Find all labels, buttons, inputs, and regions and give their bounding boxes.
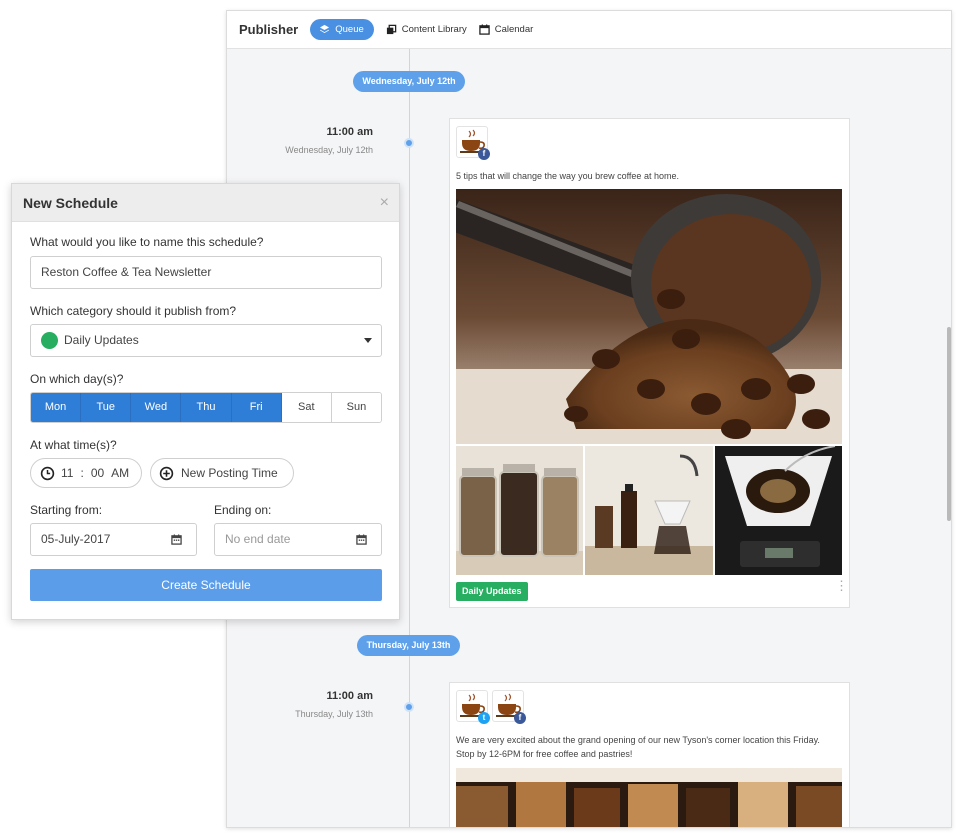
post-image-thumb xyxy=(456,446,583,575)
post-date: Thursday, July 13th xyxy=(295,709,373,719)
date-pill: Thursday, July 13th xyxy=(357,635,460,656)
pastries-photo xyxy=(456,768,842,827)
publisher-title: Publisher xyxy=(239,22,299,37)
publisher-header: Publisher Queue Content Library Calendar xyxy=(227,11,951,49)
post-text-line: Stop by 12-6PM for free coffee and pastr… xyxy=(456,749,633,759)
modal-header: New Schedule × xyxy=(12,184,399,222)
post-time: 11:00 am xyxy=(326,690,373,702)
clock-icon xyxy=(40,466,55,480)
post-text: 5 tips that will change the way you brew… xyxy=(456,171,679,181)
post-date: Wednesday, July 12th xyxy=(285,145,373,155)
post-card[interactable]: f 5 tips that will change the way you br… xyxy=(449,118,850,608)
post-card[interactable]: t f We are very excited about the grand … xyxy=(449,682,850,827)
days-label: On which day(s)? xyxy=(30,372,124,386)
day-mon[interactable]: Mon xyxy=(31,393,82,422)
drip-coffee-photo xyxy=(715,446,842,575)
date-pill: Wednesday, July 12th xyxy=(353,71,465,92)
time-minute[interactable]: 00 xyxy=(91,466,104,480)
caret-down-icon xyxy=(364,338,372,343)
library-icon xyxy=(386,24,397,35)
day-selector: Mon Tue Wed Thu Fri Sat Sun xyxy=(30,392,382,423)
timeline-clock-icon xyxy=(404,702,414,712)
schedule-name-label: What would you like to name this schedul… xyxy=(30,235,264,249)
calendar-icon[interactable] xyxy=(356,534,367,545)
category-select[interactable]: Daily Updates xyxy=(30,324,382,357)
modal-title: New Schedule xyxy=(23,195,118,211)
day-tue[interactable]: Tue xyxy=(81,393,132,422)
post-image-main xyxy=(456,768,842,827)
time-hour[interactable]: 11 xyxy=(61,466,73,480)
category-color-dot xyxy=(41,332,58,349)
end-date-input[interactable]: No end date xyxy=(214,523,382,556)
tab-content-library-label: Content Library xyxy=(401,24,467,35)
facebook-icon: f xyxy=(478,148,490,160)
time-ampm[interactable]: AM xyxy=(111,466,129,480)
day-sat[interactable]: Sat xyxy=(281,393,332,422)
post-text: We are very excited about the grand open… xyxy=(456,733,848,761)
day-thu[interactable]: Thu xyxy=(181,393,232,422)
facebook-icon: f xyxy=(514,712,526,724)
timeline-clock-icon xyxy=(404,138,414,148)
end-date-placeholder: No end date xyxy=(225,532,291,546)
start-date-label: Starting from: xyxy=(30,503,103,517)
day-sun[interactable]: Sun xyxy=(331,393,381,422)
category-select-value: Daily Updates xyxy=(64,333,139,347)
calendar-icon xyxy=(479,24,490,35)
post-time: 11:00 am xyxy=(326,126,373,138)
start-date-input[interactable]: 05-July-2017 xyxy=(30,523,197,556)
post-text-line: We are very excited about the grand open… xyxy=(456,735,820,745)
add-circle-icon xyxy=(159,466,174,480)
end-date-label: Ending on: xyxy=(214,503,272,517)
new-posting-time-label: New Posting Time xyxy=(181,466,278,480)
coffee-jars-photo xyxy=(456,446,583,575)
coffee-grounds-photo xyxy=(456,189,842,444)
day-wed[interactable]: Wed xyxy=(131,393,182,422)
tab-calendar-label: Calendar xyxy=(494,24,534,35)
time-label: At what time(s)? xyxy=(30,438,117,452)
category-badge[interactable]: Daily Updates xyxy=(456,582,528,601)
scrollbar[interactable] xyxy=(947,327,951,521)
twitter-icon: t xyxy=(478,712,490,724)
create-schedule-button[interactable]: Create Schedule xyxy=(30,569,382,601)
avatar: f xyxy=(456,126,490,160)
tab-queue[interactable]: Queue xyxy=(310,19,374,40)
calendar-icon[interactable] xyxy=(171,534,182,545)
pour-over-photo xyxy=(585,446,713,575)
new-schedule-modal: New Schedule × What would you like to na… xyxy=(11,183,400,620)
schedule-name-input[interactable]: Reston Coffee & Tea Newsletter xyxy=(30,256,382,289)
time-picker[interactable]: 11 : 00 AM xyxy=(30,458,142,488)
start-date-value: 05-July-2017 xyxy=(41,532,111,546)
post-image-thumb xyxy=(715,446,842,575)
avatar: t xyxy=(456,690,490,724)
time-separator: : xyxy=(80,466,84,480)
more-options-icon[interactable]: ⋮ xyxy=(835,579,848,592)
avatar: f xyxy=(492,690,526,724)
post-image-thumb xyxy=(585,446,713,575)
day-fri[interactable]: Fri xyxy=(231,393,282,422)
tab-queue-label: Queue xyxy=(335,24,364,35)
tab-calendar[interactable]: Calendar xyxy=(479,24,534,35)
tab-content-library[interactable]: Content Library xyxy=(386,24,467,35)
category-label: Which category should it publish from? xyxy=(30,304,237,318)
new-posting-time-button[interactable]: New Posting Time xyxy=(150,458,294,488)
close-icon[interactable]: × xyxy=(380,194,389,212)
layers-icon xyxy=(320,24,330,33)
post-image-main xyxy=(456,189,842,444)
